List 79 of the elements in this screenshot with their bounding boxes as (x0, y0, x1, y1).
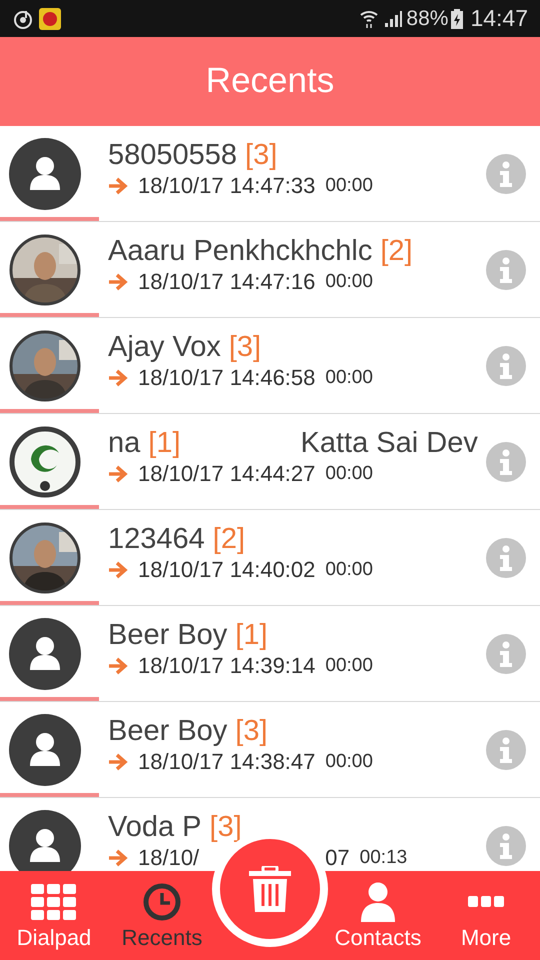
call-count: [3] (235, 714, 268, 749)
contact-name: 123464 (108, 522, 205, 557)
signal-icon (384, 10, 402, 28)
outgoing-arrow-icon (108, 753, 128, 771)
clock-icon (143, 883, 181, 921)
contact-name: Beer Boy (108, 714, 228, 749)
info-button[interactable] (486, 250, 526, 290)
call-duration: 00:00 (325, 750, 373, 774)
call-duration: 00:00 (325, 654, 373, 678)
call-duration: 00:00 (325, 174, 373, 198)
info-button[interactable] (486, 826, 526, 866)
call-datetime: 18/10/17 14:40:02 (138, 558, 316, 582)
avatar-placeholder-icon (9, 138, 81, 210)
contact-name: 58050558 (108, 138, 238, 173)
contact-name: Katta Sai Dev (300, 426, 478, 461)
avatar-placeholder-icon (9, 810, 81, 871)
info-icon (498, 832, 514, 858)
call-datetime: 07 (325, 846, 350, 870)
nav-tab[interactable]: Recents (108, 882, 216, 952)
call-count: [1] (148, 426, 181, 461)
battery-percent: 88% (406, 6, 448, 32)
call-datetime: 18/10/ (138, 846, 200, 870)
contact-name: Voda P (108, 810, 202, 845)
call-duration: 00:00 (325, 558, 373, 582)
call-count: [3] (245, 138, 278, 173)
info-icon (498, 256, 514, 282)
info-button[interactable] (486, 346, 526, 386)
nav-tab[interactable]: Contacts (324, 882, 432, 952)
clock-time: 14:47 (470, 4, 528, 34)
person-icon (361, 882, 395, 922)
call-datetime: 18/10/17 14:44:27 (138, 462, 316, 486)
trash-icon (249, 866, 291, 912)
call-duration: 00:13 (360, 846, 408, 870)
call-datetime: 18/10/17 14:38:47 (138, 750, 316, 774)
contact-name: Aaaru Penkhckhchlc (108, 234, 372, 269)
outgoing-arrow-icon (108, 273, 128, 291)
screen-title: Recents (206, 60, 334, 102)
app-icon (39, 8, 61, 30)
info-button[interactable] (486, 634, 526, 674)
battery-icon (451, 8, 464, 28)
outgoing-arrow-icon (108, 369, 128, 387)
call-duration: 00:00 (325, 366, 373, 390)
outgoing-arrow-icon (108, 657, 128, 675)
info-icon (498, 448, 514, 474)
wifi-icon (360, 8, 378, 28)
nav-tab[interactable]: Dialpad (0, 882, 108, 952)
info-button[interactable] (486, 442, 526, 482)
info-button[interactable] (486, 154, 526, 194)
nav-tab[interactable]: More (432, 882, 540, 952)
call-datetime: 18/10/17 14:46:58 (138, 366, 316, 390)
info-icon (498, 640, 514, 666)
avatar-logo-icon (9, 426, 81, 498)
call-datetime: 18/10/17 14:39:14 (138, 654, 316, 678)
call-datetime: 18/10/17 14:47:16 (138, 270, 316, 294)
outgoing-arrow-icon (108, 465, 128, 483)
call-count: [2] (212, 522, 246, 557)
info-icon (498, 544, 514, 570)
more-icon (468, 896, 504, 908)
contact-name: Beer Boy (108, 618, 228, 653)
call-count: [2] (380, 234, 413, 269)
call-duration: 00:00 (325, 270, 373, 294)
info-button[interactable] (486, 538, 526, 578)
outgoing-arrow-icon (108, 177, 128, 195)
dialpad-icon (31, 884, 77, 920)
call-count: [1] (235, 618, 268, 653)
contact-name: Ajay Vox (108, 330, 221, 365)
info-icon (498, 160, 514, 186)
call-count: [3] (210, 810, 242, 845)
outgoing-arrow-icon (108, 849, 128, 867)
call-count: [3] (228, 330, 262, 365)
outgoing-arrow-icon (108, 561, 128, 579)
call-duration: 00:00 (325, 462, 373, 486)
info-icon (498, 736, 514, 762)
info-button[interactable] (486, 730, 526, 770)
avatar-placeholder-icon (9, 714, 81, 786)
contact-name: na (108, 426, 140, 461)
avatar-placeholder-icon (9, 618, 81, 690)
call-datetime: 18/10/17 14:47:33 (138, 174, 316, 198)
info-icon (498, 352, 514, 378)
